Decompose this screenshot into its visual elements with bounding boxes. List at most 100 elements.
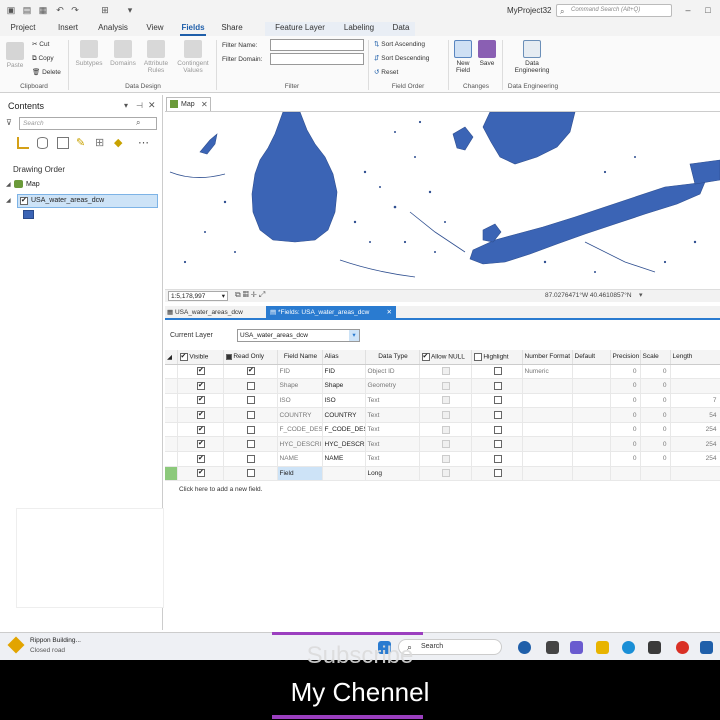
alias-cell[interactable]: HYC_DESCRI [322,436,366,453]
precision-cell[interactable]: 0 [610,407,641,423]
alias-cell[interactable]: F_CODE_DES [322,422,366,438]
highlight-checkbox[interactable] [471,436,523,453]
allow-null-checkbox[interactable] [442,454,450,463]
map-canvas[interactable] [165,111,720,289]
field-name-cell[interactable]: ISO [277,393,323,409]
precision-cell[interactable]: 0 [610,422,641,438]
highlight-checkbox[interactable] [471,422,523,438]
row-selector-header[interactable]: ◢ [165,350,178,365]
data-type-cell[interactable]: Text [365,393,420,409]
column-scale[interactable]: Scale [640,350,671,365]
data-type-cell[interactable]: Object ID [365,364,420,380]
column-number-format[interactable]: Number Format [522,350,573,365]
field-name-cell[interactable]: NAME [277,451,323,467]
map-tools-icons[interactable]: ⧉▦✛⤢ [235,290,267,300]
visible-checkbox[interactable] [177,407,224,423]
length-cell[interactable]: 254 [670,451,720,467]
highlight-checkbox[interactable] [493,381,502,390]
visible-all-checkbox[interactable] [179,352,188,361]
length-cell[interactable]: 254 [670,422,720,438]
visible-checkbox[interactable] [197,395,205,405]
row-selector[interactable] [165,436,178,453]
undo-icon[interactable]: ↶ [55,5,65,15]
tab-view[interactable]: View [142,22,168,36]
default-cell[interactable] [572,393,611,409]
allow-null-checkbox[interactable] [442,367,450,376]
more-icon[interactable]: ⋯ [138,136,149,149]
contingent-values-button[interactable]: Contingent Values [173,40,213,74]
map-node[interactable]: Map [26,181,40,188]
alias-cell[interactable]: FID [322,364,366,380]
new-project-icon[interactable]: ▣ [6,5,16,15]
highlight-checkbox[interactable] [493,469,502,478]
table-row[interactable]: ShapeShapeGeometry00 [165,378,720,394]
scale-cell[interactable]: 0 [640,436,671,453]
visible-checkbox[interactable] [177,393,224,409]
length-cell[interactable]: 254 [670,436,720,453]
alias-cell[interactable]: COUNTRY [322,407,366,423]
data-type-cell[interactable]: Text [365,407,420,423]
highlight-checkbox[interactable] [471,466,523,482]
alias-cell[interactable]: ISO [322,393,366,409]
close-icon[interactable]: ✕ [387,306,392,320]
read-only-checkbox[interactable] [247,396,255,405]
column-highlight[interactable]: Highlight [471,350,523,365]
data-type-cell[interactable]: Text [365,436,420,453]
visible-checkbox[interactable] [197,381,205,390]
visible-checkbox[interactable] [177,422,224,438]
read-only-checkbox[interactable] [223,407,278,423]
current-layer-select[interactable]: USA_water_areas_dcw ▾ [237,329,360,342]
scale-cell[interactable]: 0 [640,451,671,467]
save-button[interactable]: Save [476,40,498,67]
domains-button[interactable]: Domains [107,40,139,67]
filter-domain-input[interactable] [270,53,364,65]
read-only-checkbox[interactable] [223,378,278,394]
read-only-checkbox[interactable] [223,364,278,380]
length-cell[interactable]: 7 [670,393,720,409]
visible-checkbox[interactable] [177,451,224,467]
read-only-checkbox[interactable] [223,393,278,409]
row-selector[interactable] [165,407,178,423]
tab-labeling[interactable]: Labeling [338,22,380,36]
read-only-checkbox[interactable] [247,454,255,463]
tab-analysis[interactable]: Analysis [95,22,131,36]
row-selector[interactable] [165,378,178,394]
attribute-rules-button[interactable]: Attribute Rules [141,40,171,74]
table-row[interactable]: ISOISOText007 [165,393,720,409]
scale-cell[interactable] [640,466,671,482]
subtypes-button[interactable]: Subtypes [74,40,104,67]
column-visible[interactable]: Visible [177,350,224,365]
scale-cell[interactable]: 0 [640,393,671,409]
read-only-checkbox[interactable] [247,411,255,420]
command-search-input[interactable]: ⌕ Command Search (Alt+Q) [556,4,672,17]
visible-checkbox[interactable] [197,425,205,434]
reset-button[interactable]: ↺ Reset [374,67,398,78]
number-format-cell[interactable] [522,436,573,453]
column-field-name[interactable]: Field Name [277,350,323,365]
highlight-checkbox[interactable] [471,378,523,394]
row-selector[interactable] [165,422,178,438]
visible-checkbox[interactable] [197,439,205,449]
allow-null-checkbox[interactable] [419,378,472,394]
tab-fields-view[interactable]: ▤ *Fields: USA_water_areas_dcw ✕ [266,306,396,320]
column-data-type[interactable]: Data Type [365,350,420,365]
sort-ascending-button[interactable]: ⇅ Sort Ascending [374,39,425,50]
row-selector[interactable] [165,364,178,380]
allow-null-checkbox[interactable] [419,451,472,467]
allow-null-checkbox[interactable] [419,436,472,453]
field-name-cell[interactable]: Field [277,466,323,482]
number-format-cell[interactable]: Numeric [522,364,573,380]
tab-attribute-table[interactable]: ▦ USA_water_areas_dcw [167,308,243,316]
allow-null-checkbox[interactable] [419,393,472,409]
table-row[interactable]: FIDFIDObject IDNumeric00 [165,364,720,380]
precision-cell[interactable] [610,466,641,482]
read-only-checkbox[interactable] [247,440,255,449]
allow-null-checkbox[interactable] [419,466,472,482]
read-only-checkbox[interactable] [223,451,278,467]
drawing-order-icon[interactable] [17,137,29,149]
tab-feature-layer[interactable]: Feature Layer [272,22,328,36]
length-cell[interactable] [670,364,720,380]
allow-null-checkbox[interactable] [419,422,472,438]
allow-null-checkbox[interactable] [442,469,450,478]
read-only-checkbox[interactable] [223,436,278,453]
